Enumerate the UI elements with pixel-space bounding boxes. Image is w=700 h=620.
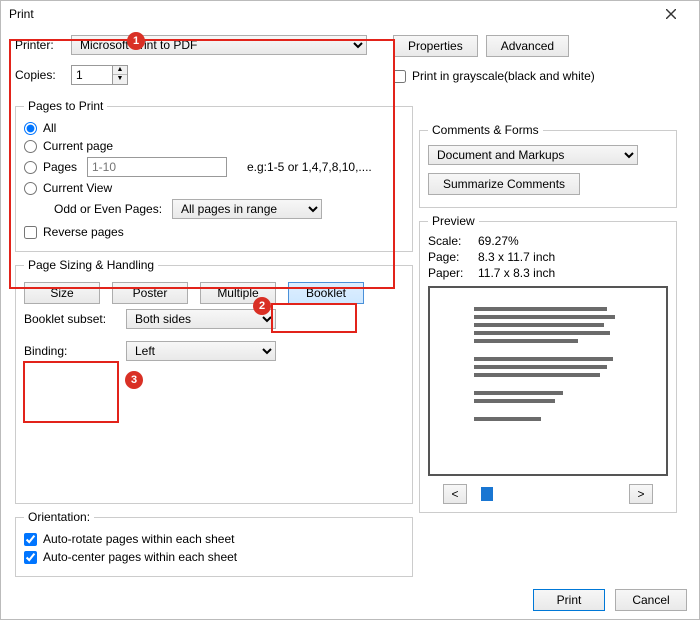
titlebar: Print [1, 1, 699, 27]
chevron-right-icon: > [637, 487, 644, 501]
radio-all-label: All [43, 121, 56, 135]
printer-select[interactable]: Microsoft Print to PDF [71, 35, 367, 55]
booklet-subset-label: Booklet subset: [24, 312, 126, 326]
print-button[interactable]: Print [533, 589, 605, 611]
odd-even-select[interactable]: All pages in range [172, 199, 322, 219]
poster-button[interactable]: Poster [112, 282, 188, 304]
radio-current-view[interactable] [24, 182, 37, 195]
spinner-buttons[interactable]: ▲▼ [113, 65, 128, 85]
comments-select[interactable]: Document and Markups [428, 145, 638, 165]
orientation-group: Orientation: Auto-rotate pages within ea… [15, 510, 413, 577]
right-column: Comments & Forms Document and Markups Su… [419, 115, 677, 513]
close-button[interactable] [651, 1, 691, 27]
properties-button[interactable]: Properties [393, 35, 478, 57]
paper-label: Paper: [428, 266, 478, 280]
orientation-legend: Orientation: [24, 510, 94, 524]
preview-prev-button[interactable]: < [443, 484, 467, 504]
pages-to-print-group: Pages to Print All Current page Pages e.… [15, 99, 413, 252]
scale-value: 69.27% [478, 234, 519, 248]
cancel-button[interactable]: Cancel [615, 589, 687, 611]
comments-forms-group: Comments & Forms Document and Markups Su… [419, 123, 677, 208]
dialog-footer: Print Cancel [533, 589, 687, 611]
close-icon [666, 9, 676, 19]
grayscale-label: Print in grayscale(black and white) [412, 69, 595, 83]
preview-canvas [428, 286, 668, 476]
comments-legend: Comments & Forms [428, 123, 543, 137]
size-button[interactable]: Size [24, 282, 100, 304]
sizing-handling-group: Page Sizing & Handling Size Poster Multi… [15, 258, 413, 504]
reverse-label: Reverse pages [43, 225, 124, 239]
grayscale-checkbox[interactable] [393, 70, 406, 83]
page-value: 8.3 x 11.7 inch [478, 250, 555, 264]
auto-center-checkbox[interactable] [24, 551, 37, 564]
annotation-badge-1: 1 [127, 32, 145, 50]
copies-label: Copies: [15, 68, 65, 82]
radio-range-label: Pages [43, 160, 87, 174]
booklet-button[interactable]: Booklet [288, 282, 364, 304]
preview-legend: Preview [428, 214, 479, 228]
copies-spinner[interactable]: ▲▼ [71, 65, 128, 85]
preview-next-button[interactable]: > [629, 484, 653, 504]
radio-current-label: Current page [43, 139, 113, 153]
booklet-subset-select[interactable]: Both sides [126, 309, 276, 329]
radio-current[interactable] [24, 140, 37, 153]
radio-all[interactable] [24, 122, 37, 135]
handling-legend: Page Sizing & Handling [24, 258, 158, 272]
binding-label: Binding: [24, 344, 126, 358]
pages-legend: Pages to Print [24, 99, 107, 113]
slider-thumb[interactable] [481, 487, 493, 501]
window-title: Print [9, 1, 34, 27]
binding-select[interactable]: Left [126, 341, 276, 361]
radio-current-view-label: Current View [43, 181, 112, 195]
annotation-badge-3: 3 [125, 371, 143, 389]
reverse-checkbox[interactable] [24, 226, 37, 239]
page-range-hint: e.g:1-5 or 1,4,7,8,10,.... [247, 160, 372, 174]
preview-group: Preview Scale:69.27% Page:8.3 x 11.7 inc… [419, 214, 677, 513]
auto-rotate-label: Auto-rotate pages within each sheet [43, 532, 234, 546]
printer-label: Printer: [15, 38, 65, 52]
paper-value: 11.7 x 8.3 inch [478, 266, 555, 280]
print-dialog: Print Printer: Microsoft Print to PDF Co… [0, 0, 700, 620]
scale-label: Scale: [428, 234, 478, 248]
radio-range[interactable] [24, 161, 37, 174]
auto-center-label: Auto-center pages within each sheet [43, 550, 237, 564]
auto-rotate-checkbox[interactable] [24, 533, 37, 546]
advanced-button[interactable]: Advanced [486, 35, 569, 57]
left-column: Printer: Microsoft Print to PDF Copies: … [15, 35, 413, 577]
copies-input[interactable] [71, 65, 113, 85]
odd-even-label: Odd or Even Pages: [54, 202, 172, 216]
page-range-input[interactable] [87, 157, 227, 177]
annotation-badge-2: 2 [253, 297, 271, 315]
preview-page [468, 301, 628, 461]
page-label: Page: [428, 250, 478, 264]
chevron-left-icon: < [451, 487, 458, 501]
preview-slider[interactable] [473, 489, 623, 499]
summarize-button[interactable]: Summarize Comments [428, 173, 580, 195]
